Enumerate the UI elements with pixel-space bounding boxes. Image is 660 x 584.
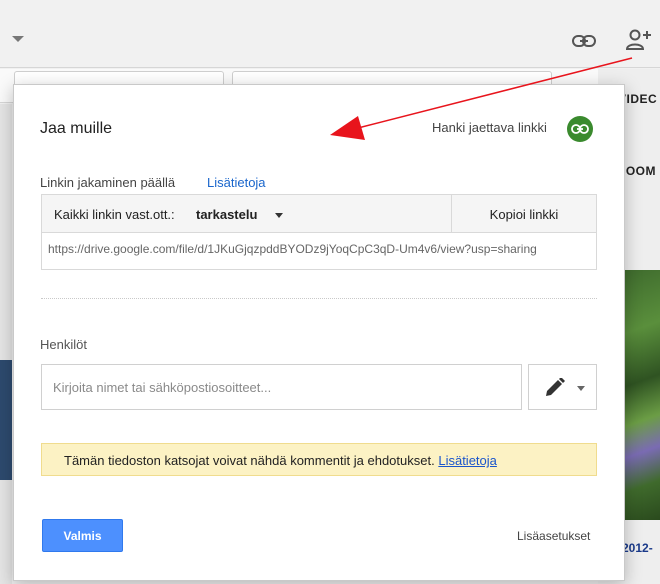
app-toolbar <box>0 0 660 68</box>
access-mode-label: tarkastelu <box>196 207 258 222</box>
done-button[interactable]: Valmis <box>42 519 123 552</box>
notice-text-wrap: Tämän tiedoston katsojat voivat nähdä ko… <box>64 453 497 468</box>
link-icon[interactable] <box>567 116 593 142</box>
background-left-panel <box>0 104 12 584</box>
pencil-icon <box>546 378 565 396</box>
share-dialog: Jaa muille Hanki jaettava linkki Linkin … <box>13 84 625 581</box>
access-prefix-label: Kaikki linkin vast.ott.: <box>54 207 175 222</box>
link-access-dropdown[interactable]: Kaikki linkin vast.ott.: tarkastelu <box>42 195 452 233</box>
dialog-title: Jaa muille <box>40 120 113 137</box>
get-shareable-link[interactable]: Hanki jaettava linkki <box>432 120 547 135</box>
permission-dropdown[interactable] <box>528 364 597 410</box>
notice-text: Tämän tiedoston katsojat voivat nähdä ko… <box>64 453 435 468</box>
people-label: Henkilöt <box>40 337 87 352</box>
link-icon[interactable] <box>571 33 597 49</box>
link-sharing-box: Kaikki linkin vast.ott.: tarkastelu Kopi… <box>41 194 597 270</box>
chevron-down-icon <box>275 213 283 218</box>
notice-banner: Tämän tiedoston katsojat voivat nähdä ko… <box>41 443 597 476</box>
advanced-settings-link[interactable]: Lisäasetukset <box>517 529 590 543</box>
copy-link-label: Kopioi linkki <box>489 207 559 222</box>
copy-link-button[interactable]: Kopioi linkki <box>452 195 596 233</box>
notice-learn-more-link[interactable]: Lisätietoja <box>438 453 497 468</box>
background-year-label: 2012- <box>622 541 653 555</box>
chevron-down-icon <box>577 386 585 391</box>
share-link-url[interactable]: https://drive.google.com/file/d/1JKuGjqz… <box>48 242 592 256</box>
chevron-down-icon[interactable] <box>12 36 24 42</box>
learn-more-link[interactable]: Lisätietoja <box>207 175 266 190</box>
section-divider <box>41 298 597 299</box>
add-person-icon[interactable] <box>625 28 653 52</box>
link-sharing-status: Linkin jakaminen päällä <box>40 175 176 190</box>
people-input[interactable] <box>41 364 522 410</box>
background-thumbnail <box>0 360 12 480</box>
